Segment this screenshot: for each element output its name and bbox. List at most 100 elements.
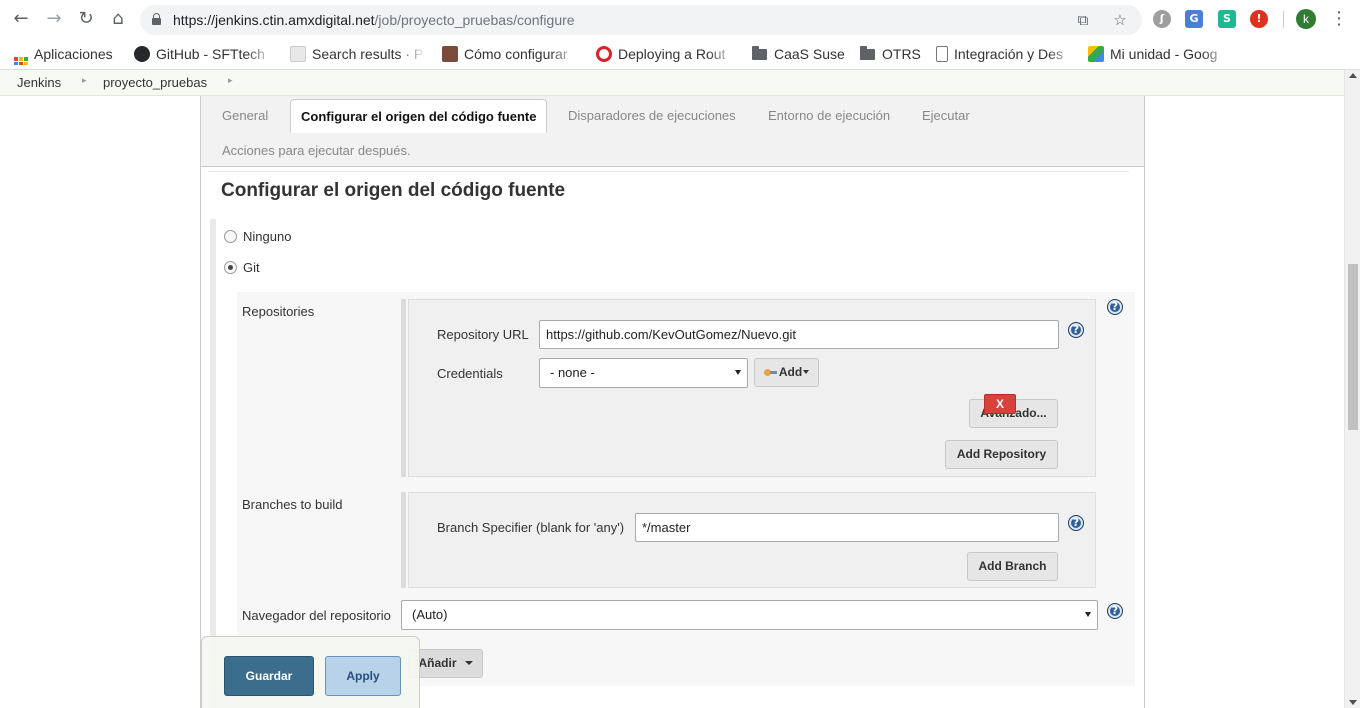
repository-browser-help-icon[interactable]: ? (1107, 603, 1123, 619)
openshift-icon (596, 46, 612, 62)
browser-toolbar: ← → ↻ ⌂ https://jenkins.ctin.amxdigital.… (0, 0, 1360, 38)
bookmarks-bar: Aplicaciones GitHub - SFTtech Search res… (0, 38, 1360, 70)
adblock-extension-icon[interactable]: ! (1250, 10, 1268, 28)
bookmark-star-icon[interactable]: ☆ (1111, 11, 1129, 29)
address-bar[interactable]: https://jenkins.ctin.amxdigital.net/job/… (140, 5, 1142, 35)
reload-icon[interactable]: ↻ (74, 8, 98, 32)
bookmark-label: Integración y Des (954, 46, 1063, 62)
bookmark-label: CaaS Suse (774, 46, 845, 62)
page-scrollbar[interactable] (1344, 70, 1360, 708)
browser-menu-icon[interactable]: ⋮ (1330, 9, 1348, 29)
chevron-down-icon (803, 370, 810, 374)
home-icon[interactable]: ⌂ (106, 8, 130, 32)
radio-none[interactable] (224, 230, 237, 243)
chevron-down-icon (735, 370, 741, 375)
tab-environment[interactable]: Entorno de ejecución (768, 108, 890, 123)
repository-browser-label: Navegador del repositorio (242, 608, 391, 623)
add-credentials-button[interactable]: Add (754, 358, 819, 387)
breadcrumb-jenkins[interactable]: Jenkins (17, 75, 61, 90)
translate-icon[interactable]: ⧉ (1074, 11, 1092, 29)
bookmark-apps[interactable]: Aplicaciones (14, 43, 124, 65)
repository-url-label: Repository URL (437, 327, 529, 342)
apps-grid-icon (14, 57, 28, 65)
git-config-area: Repositories Repository URL https://gith… (237, 292, 1135, 686)
add-branch-button[interactable]: Add Branch (967, 552, 1058, 581)
add-repository-button[interactable]: Add Repository (945, 440, 1058, 469)
config-panel: General Configurar el origen del código … (200, 96, 1145, 708)
breadcrumb: Jenkins ▸ proyecto_pruebas ▸ (0, 70, 1344, 96)
save-button[interactable]: Guardar (224, 656, 314, 696)
bookmark-github[interactable]: GitHub - SFTtech (134, 43, 274, 65)
repository-url-help-icon[interactable]: ? (1068, 322, 1084, 338)
bookmark-otrs[interactable]: OTRS (860, 43, 926, 65)
site-icon (442, 46, 458, 62)
bookmark-search-results[interactable]: Search results · P (290, 43, 426, 65)
chevron-down-icon (464, 661, 473, 665)
tab-source-code[interactable]: Configurar el origen del código fuente (290, 99, 548, 133)
forward-arrow-icon[interactable]: → (42, 8, 66, 32)
google-translate-extension-icon[interactable]: G (1185, 10, 1203, 28)
credentials-value: - none - (550, 365, 595, 380)
repositories-indent-bar (401, 299, 406, 477)
delete-branch-button[interactable]: X (984, 394, 1016, 414)
scroll-up-arrow-icon[interactable] (1349, 73, 1357, 78)
branch-specifier-help-icon[interactable]: ? (1068, 515, 1084, 531)
scm-option-label: Git (243, 260, 260, 275)
breadcrumb-chevron-icon[interactable]: ▸ (228, 76, 233, 86)
drive-icon (1088, 46, 1104, 62)
repository-browser-value: (Auto) (412, 607, 448, 622)
scm-option-none[interactable]: Ninguno (224, 229, 291, 244)
branch-specifier-label: Branch Specifier (blank for 'any') (437, 520, 625, 535)
page-icon (290, 46, 306, 62)
folder-icon (752, 46, 767, 60)
repositories-label: Repositories (242, 304, 315, 319)
git-help-icon[interactable]: ? (1107, 299, 1123, 315)
tab-general[interactable]: General (222, 108, 268, 123)
tab-build[interactable]: Ejecutar (922, 108, 970, 123)
breadcrumb-chevron-icon[interactable]: ▸ (82, 76, 87, 86)
bookmark-como-configurar[interactable]: Cómo configurar (442, 43, 578, 65)
branches-label: Branches to build (242, 497, 343, 512)
bookmark-integracion[interactable]: Integración y Des (936, 43, 1076, 65)
repository-browser-select[interactable]: (Auto) (401, 600, 1098, 630)
address-url[interactable]: https://jenkins.ctin.amxdigital.net/job/… (173, 12, 575, 28)
repository-block: Repository URL https://github.com/KevOut… (408, 299, 1096, 477)
apply-button[interactable]: Apply (325, 656, 401, 696)
extension-icon-1[interactable]: ʃ (1153, 10, 1171, 28)
url-host: https://jenkins.ctin.amxdigital.net (173, 12, 375, 28)
branch-specifier-input[interactable]: */master (635, 513, 1059, 542)
branch-block: Branch Specifier (blank for 'any') */mas… (408, 492, 1096, 588)
breadcrumb-project[interactable]: proyecto_pruebas (103, 75, 207, 90)
document-icon (936, 46, 948, 62)
scm-option-git[interactable]: Git (224, 260, 260, 275)
repository-url-input[interactable]: https://github.com/KevOutGomez/Nuevo.git (539, 320, 1059, 349)
credentials-label: Credentials (437, 366, 503, 381)
back-arrow-icon[interactable]: ← (9, 8, 33, 32)
key-icon (763, 369, 777, 376)
extension-icon-3[interactable]: S (1218, 10, 1236, 28)
radio-git[interactable] (224, 261, 237, 274)
save-bar: Guardar Apply (201, 636, 420, 708)
branches-indent-bar (401, 492, 406, 588)
bookmark-label: OTRS (882, 46, 921, 62)
scroll-down-arrow-icon[interactable] (1349, 700, 1357, 705)
lock-icon (152, 13, 161, 25)
section-divider (209, 171, 1129, 172)
bookmark-label: Aplicaciones (34, 46, 113, 62)
github-icon (134, 46, 150, 62)
scm-option-label: Ninguno (243, 229, 292, 244)
toolbar-divider (1283, 11, 1284, 28)
bookmark-caas-suse[interactable]: CaaS Suse (752, 43, 848, 65)
scroll-thumb[interactable] (1348, 264, 1358, 430)
section-indent-bar (210, 219, 216, 708)
tab-triggers[interactable]: Disparadores de ejecuciones (568, 108, 736, 123)
tab-post-build[interactable]: Acciones para ejecutar después. (222, 143, 411, 158)
url-path: /job/proyecto_pruebas/configure (374, 12, 575, 28)
folder-icon (860, 46, 875, 60)
chevron-down-icon (1085, 612, 1091, 617)
bookmark-mi-unidad[interactable]: Mi unidad - Goog (1088, 43, 1230, 65)
bookmark-deploying-route[interactable]: Deploying a Rout (596, 43, 736, 65)
add-credentials-label: Add (778, 365, 803, 379)
credentials-select[interactable]: - none - (539, 358, 748, 388)
profile-avatar[interactable]: k (1296, 9, 1316, 29)
